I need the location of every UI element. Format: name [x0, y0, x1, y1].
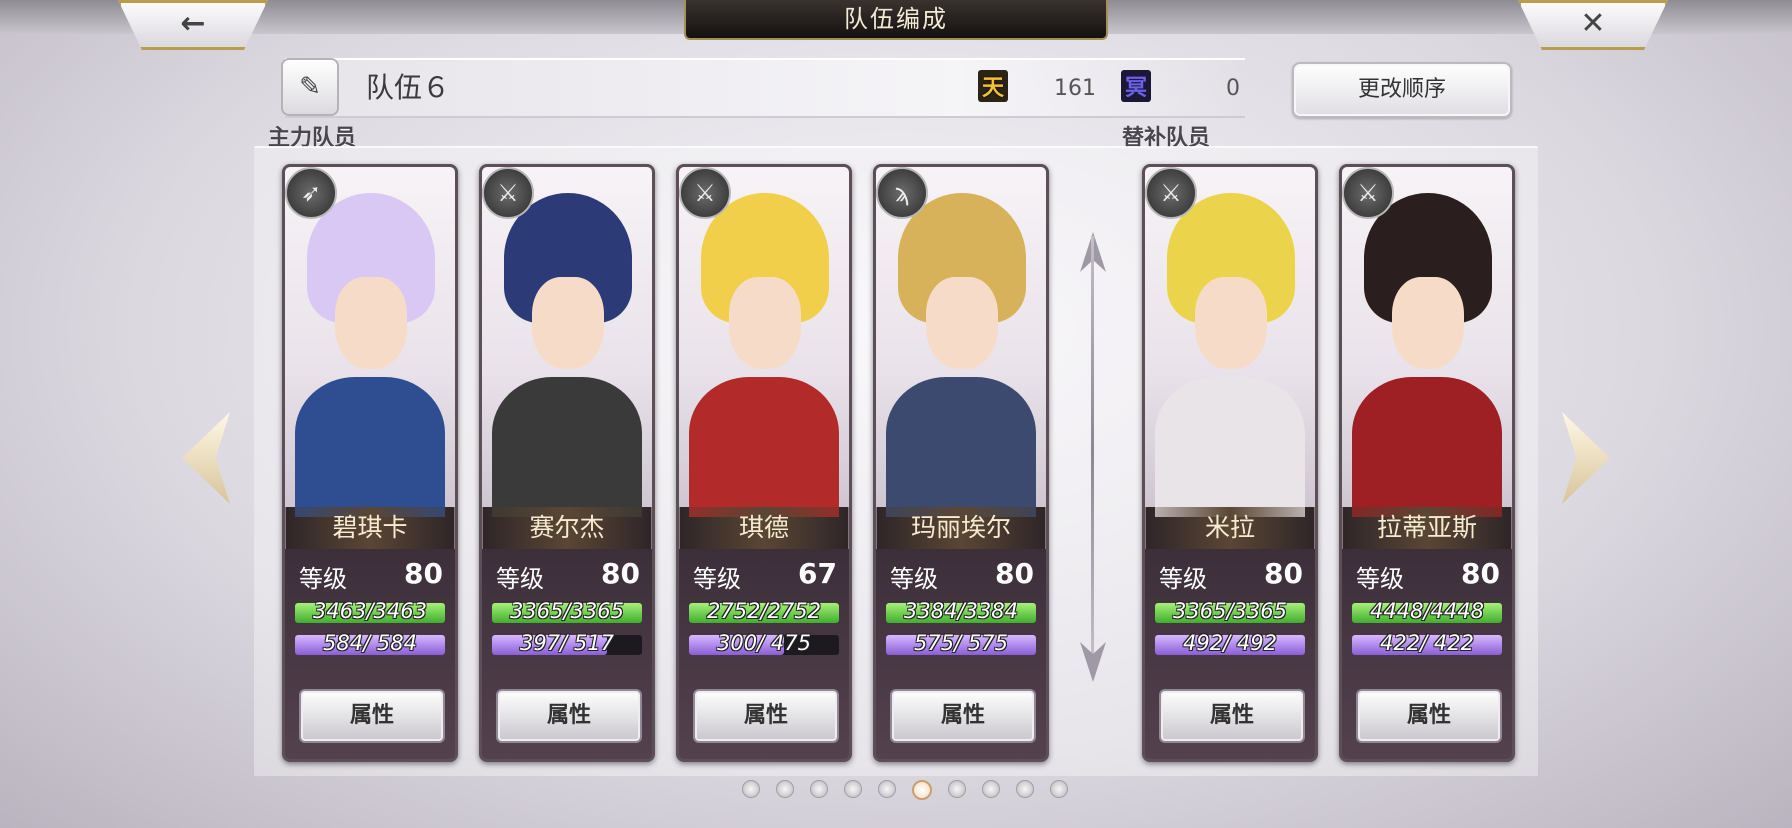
mp-value: 575/ 575 [914, 631, 1008, 655]
attribute-button[interactable]: 属性 [890, 689, 1036, 743]
attribute-button[interactable]: 属性 [1356, 689, 1502, 743]
level-value: 80 [995, 557, 1034, 590]
page-dot[interactable] [982, 780, 1000, 798]
page-dot[interactable] [844, 780, 862, 798]
mp-value: 492/ 492 [1183, 631, 1277, 655]
level-value: 67 [798, 557, 837, 590]
close-icon: ✕ [1580, 5, 1606, 41]
hp-bar: 3365/3365 [492, 599, 642, 623]
page-dot[interactable] [742, 780, 760, 798]
edit-team-name-button[interactable]: ✎ [281, 58, 339, 116]
level-label: 等级 [693, 565, 741, 593]
character-name: 玛丽埃尔 [876, 507, 1046, 549]
attribute-button[interactable]: 属性 [299, 689, 445, 743]
character-face [729, 277, 801, 369]
page-dot[interactable] [948, 780, 966, 798]
close-button[interactable]: ✕ [1518, 0, 1668, 50]
character-outfit [886, 377, 1036, 517]
character-outfit [1155, 377, 1305, 517]
back-button[interactable]: ← [118, 0, 268, 50]
back-arrow-icon: ← [180, 5, 206, 41]
level-label: 等级 [299, 565, 347, 593]
sword-icon: ⚔ [1342, 167, 1394, 219]
main-sub-divider [1091, 236, 1094, 664]
mp-value: 397/ 517 [520, 631, 614, 655]
level-value: 80 [404, 557, 443, 590]
sword-icon: ⚔ [1145, 167, 1197, 219]
page-dot[interactable] [1016, 780, 1034, 798]
character-outfit [689, 377, 839, 517]
level-value: 80 [601, 557, 640, 590]
dagger-icon: ⚔ [679, 167, 731, 219]
page-dot[interactable] [810, 780, 828, 798]
next-team-arrow-icon[interactable] [1562, 412, 1610, 504]
level-label: 等级 [1159, 565, 1207, 593]
mp-bar: 422/ 422 [1352, 631, 1502, 655]
underworld-value: 0 [1226, 76, 1240, 101]
character-outfit [295, 377, 445, 517]
hp-value: 3365/3365 [1173, 599, 1287, 623]
character-card[interactable]: ⚔ 琪德等级 67 2752/2752 300/ 475 属性 [676, 164, 852, 762]
hp-value: 4448/4448 [1370, 599, 1484, 623]
page-dot[interactable] [1050, 780, 1068, 798]
attribute-button[interactable]: 属性 [693, 689, 839, 743]
sky-icon: 天 [978, 70, 1008, 102]
hp-value: 2752/2752 [707, 599, 821, 623]
character-face [926, 277, 998, 369]
character-outfit [492, 377, 642, 517]
mp-bar: 584/ 584 [295, 631, 445, 655]
level-value: 80 [1461, 557, 1500, 590]
hp-bar: 3384/3384 [886, 599, 1036, 623]
bow-icon: ➶ [285, 167, 337, 219]
level-label: 等级 [890, 565, 938, 593]
character-name: 琪德 [679, 507, 849, 549]
page-indicator [742, 780, 1068, 800]
level-label: 等级 [496, 565, 544, 593]
hp-bar: 4448/4448 [1352, 599, 1502, 623]
sky-value: 161 [1054, 76, 1096, 101]
level-label: 等级 [1356, 565, 1404, 593]
mp-bar: 492/ 492 [1155, 631, 1305, 655]
staff-icon: ϡ [876, 167, 928, 219]
team-name: 队伍６ [366, 71, 451, 104]
character-card[interactable]: ⚔ 米拉等级 80 3365/3365 492/ 492 属性 [1142, 164, 1318, 762]
prev-team-arrow-icon[interactable] [182, 412, 230, 504]
page-dot[interactable] [912, 780, 932, 800]
page-dot[interactable] [776, 780, 794, 798]
underworld-icon: 冥 [1121, 70, 1151, 102]
mp-value: 300/ 475 [717, 631, 811, 655]
character-card[interactable]: ➶ 碧琪卡等级 80 3463/3463 584/ 584 属性 [282, 164, 458, 762]
character-name: 碧琪卡 [285, 507, 455, 549]
hp-bar: 3463/3463 [295, 599, 445, 623]
mp-value: 584/ 584 [323, 631, 417, 655]
mp-value: 422/ 422 [1380, 631, 1474, 655]
mp-bar: 575/ 575 [886, 631, 1036, 655]
attribute-button[interactable]: 属性 [1159, 689, 1305, 743]
hp-value: 3365/3365 [510, 599, 624, 623]
level-value: 80 [1264, 557, 1303, 590]
page-dot[interactable] [878, 780, 896, 798]
hp-bar: 2752/2752 [689, 599, 839, 623]
character-face [1195, 277, 1267, 369]
mp-bar: 397/ 517 [492, 631, 642, 655]
character-name: 拉蒂亚斯 [1342, 507, 1512, 549]
attribute-button[interactable]: 属性 [496, 689, 642, 743]
character-card[interactable]: ⚔ 赛尔杰等级 80 3365/3365 397/ 517 属性 [479, 164, 655, 762]
character-name: 米拉 [1145, 507, 1315, 549]
character-face [532, 277, 604, 369]
pen-icon: ✎ [299, 72, 321, 102]
hp-value: 3463/3463 [313, 599, 427, 623]
mp-bar: 300/ 475 [689, 631, 839, 655]
character-face [335, 277, 407, 369]
character-face [1392, 277, 1464, 369]
character-outfit [1352, 377, 1502, 517]
hp-bar: 3365/3365 [1155, 599, 1305, 623]
character-name: 赛尔杰 [482, 507, 652, 549]
page-title: 队伍编成 [684, 0, 1108, 40]
character-card[interactable]: ϡ 玛丽埃尔等级 80 3384/3384 575/ 575 属性 [873, 164, 1049, 762]
sword-icon: ⚔ [482, 167, 534, 219]
hp-value: 3384/3384 [904, 599, 1018, 623]
change-order-button[interactable]: 更改顺序 [1292, 62, 1512, 118]
character-card[interactable]: ⚔ 拉蒂亚斯等级 80 4448/4448 422/ 422 属性 [1339, 164, 1515, 762]
